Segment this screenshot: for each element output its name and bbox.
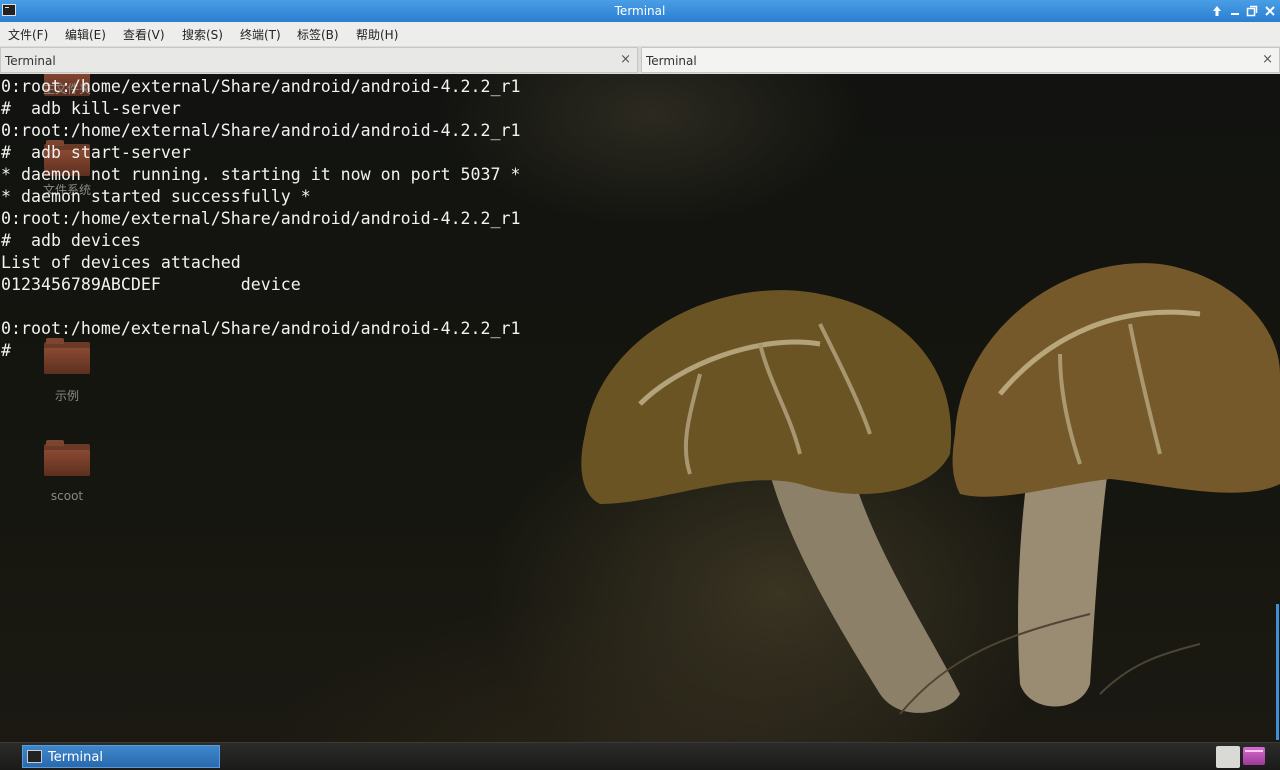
terminal-line: 0:root:/home/external/Share/android/andr… [1,121,521,140]
close-icon [1265,6,1275,16]
menu-file[interactable]: 文件(F) [8,26,48,43]
menu-edit[interactable]: 编辑(E) [65,26,106,43]
window-title: Terminal [614,4,666,18]
minimize-icon [1231,13,1239,15]
screenshot-tray-icon[interactable] [1216,746,1240,768]
terminal-scrollbar[interactable] [1276,604,1279,740]
arrow-up-icon [1213,6,1221,16]
terminal-icon [27,750,42,763]
terminal-line: List of devices attached [1,253,241,272]
menu-help[interactable]: 帮助(H) [356,26,398,43]
terminal-line: 0:root:/home/external/Share/android/andr… [1,319,521,338]
minimize-button[interactable] [1227,3,1243,19]
terminal-line: # adb kill-server [1,99,181,118]
tab-close-icon[interactable]: × [620,52,631,67]
tab-bar: Terminal × Terminal × [0,46,1280,74]
terminal-line: # adb devices [1,231,141,250]
terminal-line: * daemon started successfully * [1,187,311,206]
restore-icon [1246,5,1258,17]
tab-terminal-2[interactable]: Terminal × [641,47,1280,73]
tab-label: Terminal [646,54,697,68]
menu-search[interactable]: 搜索(S) [182,26,223,43]
menu-terminal[interactable]: 终端(T) [240,26,281,43]
tab-label: Terminal [5,54,56,68]
menu-tabs[interactable]: 标签(B) [297,26,339,43]
terminal-line: 0123456789ABCDEF device [1,275,301,294]
terminal-output[interactable]: 0:root:/home/external/Share/android/andr… [1,76,1271,740]
tab-close-icon[interactable]: × [1262,52,1273,67]
workspace-tray-icon[interactable] [1243,747,1265,765]
maximize-button[interactable] [1244,3,1260,19]
taskbar: Terminal [0,742,1280,770]
terminal-line: 0:root:/home/external/Share/android/andr… [1,209,521,228]
terminal-line: 0:root:/home/external/Share/android/andr… [1,77,521,96]
taskbar-terminal-button[interactable]: Terminal [22,745,220,768]
close-window-button[interactable] [1262,3,1278,19]
terminal-prompt: # [1,341,11,360]
menu-view[interactable]: 查看(V) [123,26,165,43]
window-titlebar[interactable]: Terminal [0,0,1280,22]
keep-above-button[interactable] [1209,3,1225,19]
taskbar-task-label: Terminal [48,750,103,765]
terminal-line: # adb start-server [1,143,191,162]
terminal-line: * daemon not running. starting it now on… [1,165,521,184]
tab-terminal-1[interactable]: Terminal × [0,47,638,73]
menu-bar: 文件(F) 编辑(E) 查看(V) 搜索(S) 终端(T) 标签(B) 帮助(H… [0,22,1280,47]
